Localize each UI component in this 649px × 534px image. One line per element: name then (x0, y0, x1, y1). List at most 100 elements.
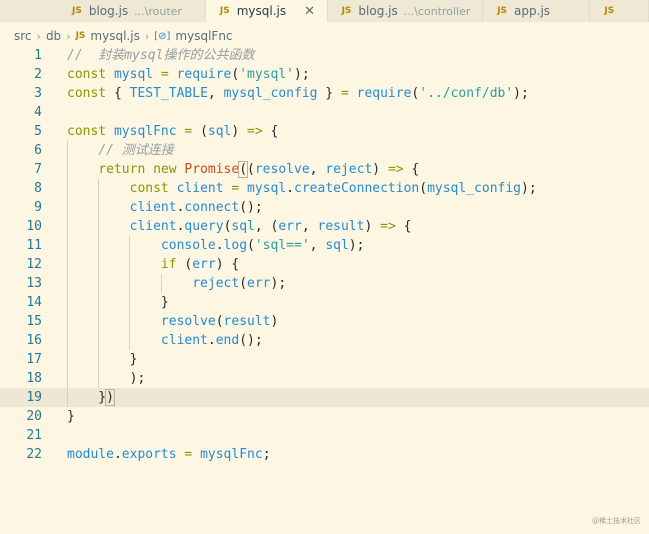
tab-label: app.js (514, 4, 551, 18)
js-file-icon: JS (72, 6, 82, 16)
code-token: result (317, 219, 365, 234)
code-token: log (223, 238, 248, 253)
line-number: 3 (34, 86, 42, 101)
code-token: , (301, 219, 318, 234)
code-token: . (113, 447, 122, 462)
code-line[interactable]: 6 // 测试连接 (0, 141, 649, 160)
code-token: ); (348, 238, 365, 253)
code-token: ) (105, 389, 115, 406)
code-token: ( (200, 124, 208, 139)
code-text: ); (67, 369, 146, 388)
code-token: ); (513, 86, 529, 101)
code-text: if (err) { (67, 255, 239, 274)
code-token: resolve (254, 162, 310, 177)
code-token: Promise (184, 162, 240, 177)
indent-guide (129, 236, 130, 350)
tab-label: mysql.js (236, 4, 287, 18)
tab-description: ...\controller (403, 4, 471, 18)
code-token: ( (419, 181, 428, 196)
code-token: ); (294, 67, 310, 82)
editor-tab-bar: JS blog.js ...\router JS mysql.js ✕ JS blog.js.… (0, 0, 649, 22)
code-line[interactable]: 2 const mysql = require('mysql'); (0, 65, 649, 84)
js-file-icon: JS (219, 6, 230, 16)
code-token: (); (239, 333, 263, 348)
tab-app-js[interactable]: JS app.js (483, 0, 591, 22)
code-editor[interactable]: 1 // 封装mysql操作的公共函数 2 const mysql = require… (0, 46, 649, 516)
code-text: } (67, 293, 169, 312)
tab-mysql-js[interactable]: JS mysql.js ✕ (205, 0, 328, 22)
chevron-right-icon: › (36, 29, 41, 43)
code-line[interactable]: 4 (0, 103, 649, 122)
code-line[interactable]: 5 const mysqlFnc = (sql) => { (0, 122, 649, 141)
code-line[interactable]: 22 module.exports = mysqlFnc; (0, 445, 649, 464)
code-token: , (309, 238, 326, 253)
code-text: const mysql = require('mysql'); (67, 65, 310, 84)
code-text: const client = mysql.createConnection(my… (67, 179, 537, 198)
code-token: client (160, 333, 208, 348)
code-token: => (247, 124, 263, 139)
code-token: 'sql==' (254, 238, 310, 253)
line-number: 15 (26, 314, 42, 329)
close-icon[interactable]: ✕ (304, 4, 315, 19)
code-token: , (309, 162, 326, 177)
chevron-right-icon: › (144, 29, 150, 43)
code-token: { (113, 86, 130, 101)
code-token: ) (270, 314, 279, 329)
tab-description: ...\router (134, 4, 182, 18)
code-text: } (67, 350, 138, 369)
code-token: } (317, 86, 341, 101)
indent-guide (161, 274, 162, 293)
js-file-icon: JS (604, 6, 615, 16)
code-token: ( (247, 238, 255, 253)
tab-file[interactable]: JS (590, 0, 649, 22)
code-token: client (176, 181, 224, 196)
code-line[interactable]: 3 const { TEST_TABLE, mysql_config } = re… (0, 84, 649, 103)
line-number: 8 (34, 181, 42, 196)
code-token: createConnection (294, 181, 420, 196)
breadcrumb-symbol[interactable]: mysqlFnc (175, 29, 232, 43)
code-token: => (380, 219, 396, 234)
code-text: client.query(sql, (err, result) => { (67, 217, 412, 236)
tab-blog-js[interactable]: JS blog.js ...\router (0, 0, 206, 22)
code-token: = (223, 181, 248, 196)
code-token: ( (247, 162, 255, 177)
code-text: client.connect(); (67, 198, 263, 217)
code-token: console (160, 238, 216, 253)
code-token: ) { (215, 257, 240, 272)
code-token: 'mysql' (239, 67, 295, 82)
code-token: (); (239, 200, 263, 215)
chevron-right-icon: › (66, 29, 71, 43)
line-number: 7 (34, 162, 42, 177)
code-token: result (223, 314, 271, 329)
code-line[interactable]: 20} (0, 407, 649, 426)
line-number: 18 (26, 371, 42, 386)
code-text: module.exports = mysqlFnc; (67, 445, 271, 464)
code-token: err (247, 276, 271, 291)
indent-guide (67, 141, 68, 407)
code-token: sql (325, 238, 349, 253)
line-number: 14 (26, 295, 42, 310)
code-token: { (395, 219, 412, 234)
code-token: err (278, 219, 302, 234)
code-token: mysql (247, 181, 287, 196)
code-line[interactable]: 7 return new Promise((resolve, reject) =… (0, 160, 649, 179)
tab-blog-js[interactable]: JS blog.js ...\controller (328, 0, 484, 22)
line-number: 5 (34, 124, 42, 139)
js-file-icon: JS (75, 31, 86, 41)
code-token: ); (67, 371, 146, 386)
code-token: return new (98, 162, 185, 177)
code-token: // 测试连接 (98, 143, 174, 158)
code-token: require (176, 67, 232, 82)
breadcrumb-item[interactable]: src (14, 29, 32, 43)
code-line[interactable]: 1 // 封装mysql操作的公共函数 (0, 46, 649, 65)
breadcrumb-file[interactable]: mysql.js (90, 29, 139, 43)
code-text: const mysqlFnc = (sql) => { (67, 122, 278, 141)
breadcrumb-item[interactable]: db (46, 29, 61, 43)
code-line[interactable]: 19 }) (0, 388, 649, 407)
code-token: ); (270, 276, 287, 291)
code-line[interactable]: 21 (0, 426, 649, 445)
